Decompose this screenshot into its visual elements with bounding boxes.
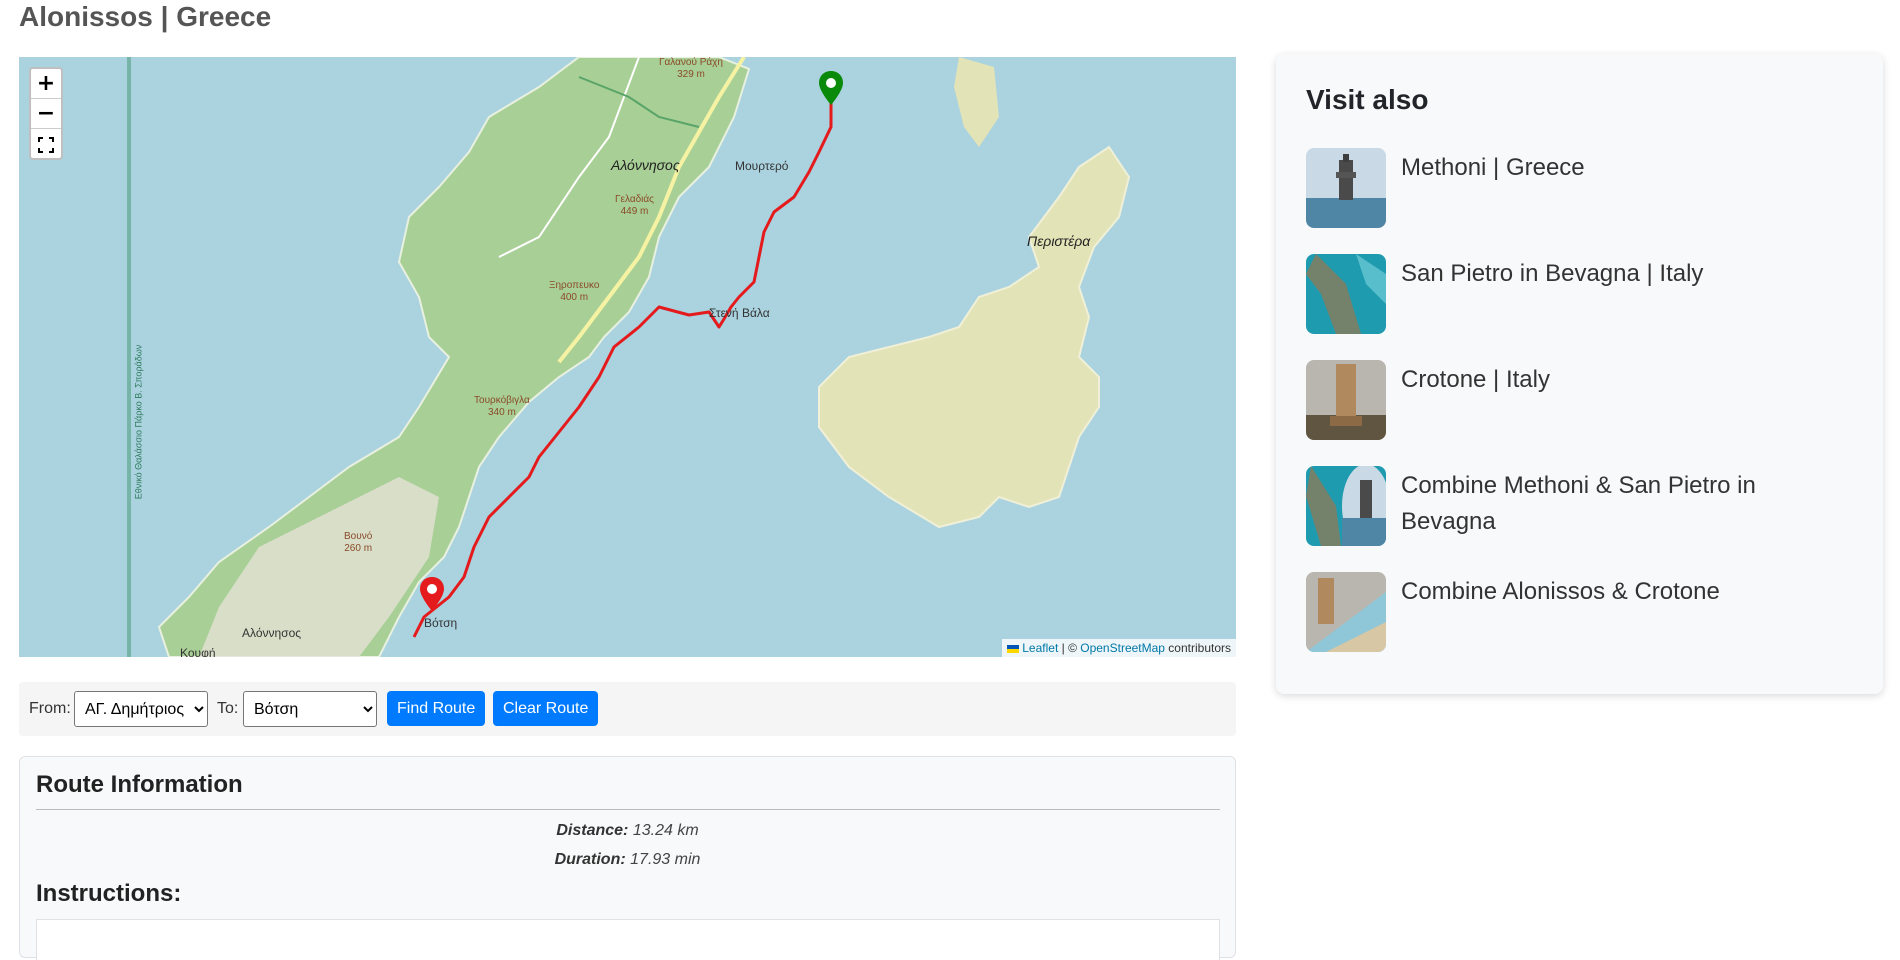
- map-label-steni-vala: Στενή Βάλα: [709, 306, 770, 320]
- osm-link[interactable]: OpenStreetMap: [1080, 641, 1165, 655]
- visit-also-sidebar: Visit also Methoni | Greece San Pietro i…: [1276, 54, 1883, 694]
- san-pietro-thumbnail: [1306, 254, 1386, 334]
- zoom-control: + −: [29, 67, 63, 160]
- visit-item-methoni[interactable]: Methoni | Greece: [1306, 148, 1866, 228]
- zoom-in-button[interactable]: +: [31, 69, 61, 99]
- zoom-out-button[interactable]: −: [31, 99, 61, 129]
- route-info-panel: Route Information Distance: 13.24 km Dur…: [19, 756, 1236, 960]
- leaflet-link[interactable]: Leaflet: [1022, 641, 1058, 655]
- start-marker-icon[interactable]: [819, 71, 843, 105]
- visit-item-label[interactable]: San Pietro in Bevagna | Italy: [1401, 256, 1841, 292]
- route-info-title: Route Information: [36, 771, 1220, 810]
- from-select[interactable]: ΑΓ. Δημήτριος: [74, 691, 208, 727]
- map-label-marine-park: Εθνικό Θαλάσσιο Πάρκο Β. Σποράδων: [133, 344, 144, 500]
- from-label: From:: [29, 700, 71, 717]
- route-form: From: ΑΓ. Δημήτριος To: Βότση Find Route…: [19, 682, 1236, 736]
- combine-methoni-thumbnail: [1306, 466, 1386, 546]
- xiropefko-alt: 400 m: [560, 292, 589, 303]
- page-title: Alonissos | Greece: [19, 1, 272, 32]
- find-route-button[interactable]: Find Route: [387, 691, 486, 726]
- map-label-mourtero: Μουρτερό: [735, 159, 789, 173]
- visit-item-label[interactable]: Combine Methoni & San Pietro in Bevagna: [1401, 468, 1841, 540]
- visit-item-combine-alonissos-crotone[interactable]: Combine Alonissos & Crotone: [1306, 572, 1866, 652]
- duration-value: 17.93 min: [630, 851, 701, 868]
- map-label-xiropefko: Ξηροπευκο 400 m: [549, 280, 599, 304]
- combine-alonissos-thumbnail: [1306, 572, 1386, 652]
- distance-stat: Distance: 13.24 km: [20, 822, 1235, 840]
- crotone-image: [1306, 360, 1386, 440]
- geladias-name: Γελαδιάς: [615, 194, 654, 205]
- fullscreen-button[interactable]: [31, 129, 61, 158]
- map-label-tourkovigla: Τουρκόβιγλα 340 m: [474, 395, 530, 419]
- galanou-name: Γαλανού Ράχη: [659, 57, 723, 68]
- san-pietro-image: [1306, 254, 1386, 334]
- geladias-alt: 449 m: [620, 206, 649, 217]
- attribution-suffix: contributors: [1164, 641, 1231, 655]
- to-label: To:: [217, 700, 239, 717]
- map-label-galanou: Γαλανού Ράχη 329 m: [659, 57, 723, 81]
- map[interactable]: Γαλανού Ράχη 329 m Αλόννησος Μουρτερό Γελ…: [19, 57, 1236, 657]
- map-label-koufi: Κουφή: [180, 646, 216, 657]
- clear-route-button[interactable]: Clear Route: [493, 691, 599, 726]
- map-label-alonnisos-south: Αλόννησος: [242, 626, 302, 640]
- vouno-alt: 260 m: [344, 543, 373, 554]
- peristera-island: [818, 145, 1131, 529]
- distance-label: Distance:: [556, 822, 629, 839]
- visit-item-label[interactable]: Combine Alonissos & Crotone: [1401, 574, 1841, 610]
- attribution-separator: | ©: [1058, 641, 1081, 655]
- duration-stat: Duration: 17.93 min: [20, 851, 1235, 869]
- peristera-north: [954, 57, 999, 147]
- distance-value: 13.24 km: [632, 822, 699, 839]
- vouno-name: Βουνό: [344, 531, 373, 542]
- tourkovigla-alt: 340 m: [487, 407, 516, 418]
- sidebar-title: Visit also: [1306, 84, 1429, 115]
- map-label-alonnisos: Αλόννησος: [611, 157, 680, 173]
- xiropefko-name: Ξηροπευκο: [549, 280, 600, 291]
- instructions-list: [36, 919, 1220, 960]
- map-label-geladias: Γελαδιάς 449 m: [615, 194, 654, 218]
- visit-item-label[interactable]: Methoni | Greece: [1401, 150, 1841, 186]
- to-select[interactable]: Βότση: [243, 691, 377, 727]
- map-label-vouno: Βουνό 260 m: [344, 531, 372, 555]
- map-basemap[interactable]: [19, 57, 1236, 657]
- map-label-votsi: Βότση: [424, 616, 458, 630]
- ukraine-flag-icon: [1007, 644, 1020, 653]
- methoni-image: [1306, 148, 1386, 228]
- fullscreen-icon: [38, 136, 54, 153]
- tourkovigla-name: Τουρκόβιγλα: [474, 395, 530, 406]
- combine-alonissos-image: [1306, 572, 1386, 652]
- instructions-title: Instructions:: [36, 880, 182, 907]
- visit-item-san-pietro[interactable]: San Pietro in Bevagna | Italy: [1306, 254, 1866, 334]
- combine-methoni-image: [1306, 466, 1386, 546]
- crotone-thumbnail: [1306, 360, 1386, 440]
- duration-label: Duration:: [554, 851, 626, 868]
- visit-item-crotone[interactable]: Crotone | Italy: [1306, 360, 1866, 440]
- methoni-thumbnail: [1306, 148, 1386, 228]
- visit-item-combine-methoni-san-pietro[interactable]: Combine Methoni & San Pietro in Bevagna: [1306, 466, 1866, 546]
- end-marker-icon[interactable]: [420, 577, 444, 611]
- map-label-peristera: Περιστέρα: [1027, 233, 1091, 249]
- visit-item-label[interactable]: Crotone | Italy: [1401, 362, 1841, 398]
- galanou-alt: 329 m: [677, 69, 705, 80]
- map-attribution: Leaflet | © OpenStreetMap contributors: [1002, 639, 1236, 657]
